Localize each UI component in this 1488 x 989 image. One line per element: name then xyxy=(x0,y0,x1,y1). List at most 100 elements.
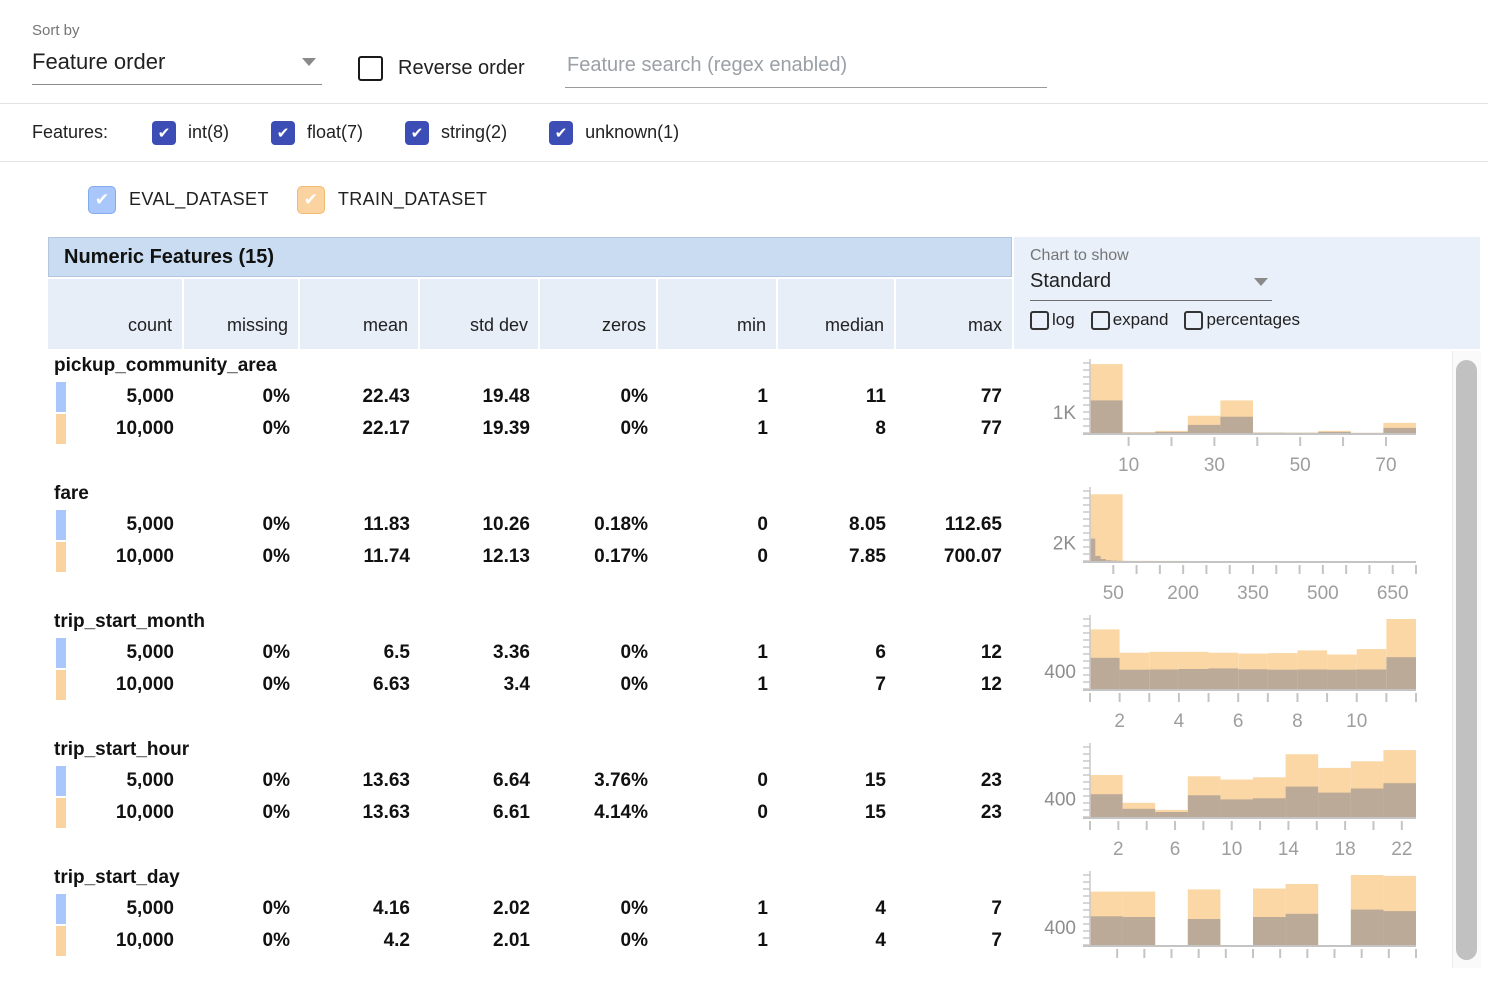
feature-chart-cell: 103050701K xyxy=(1012,349,1478,477)
stat-std-dev: 12.13 xyxy=(420,541,540,573)
chart-option-percentages[interactable]: percentages xyxy=(1184,310,1300,330)
stat-missing: 0% xyxy=(184,381,300,413)
svg-text:10: 10 xyxy=(1221,839,1242,859)
stat-zeros: 0% xyxy=(540,925,658,957)
dataset-toggle-eval_dataset[interactable]: ✔ EVAL_DATASET xyxy=(88,186,269,214)
search-input[interactable] xyxy=(565,48,1047,88)
filter-label: int(8) xyxy=(188,122,229,143)
stat-mean: 13.63 xyxy=(300,797,420,829)
stat-min: 1 xyxy=(658,381,778,413)
train-dataset-swatch xyxy=(56,414,66,444)
feature-stats: pickup_community_area5,0000%22.4319.480%… xyxy=(48,349,1012,477)
histogram-chart-trip_start_hour[interactable]: 2610141822400 xyxy=(1026,735,1432,859)
stat-mean: 6.63 xyxy=(300,669,420,701)
stat-count: 5,000 xyxy=(48,765,184,797)
histogram-chart-trip_start_day[interactable]: 400 xyxy=(1026,863,1432,987)
chart-option-log[interactable]: log xyxy=(1030,310,1075,330)
feature-block-trip_start_hour: trip_start_hour5,0000%13.636.643.76%0152… xyxy=(48,733,1480,861)
feature-block-trip_start_day: trip_start_day5,0000%4.162.020%14710,000… xyxy=(48,861,1480,989)
stat-std-dev: 3.36 xyxy=(420,637,540,669)
filter-items: ✔int(8)✔float(7)✔string(2)✔unknown(1) xyxy=(152,121,721,145)
stat-std-dev: 19.48 xyxy=(420,381,540,413)
train-dataset-swatch xyxy=(56,798,66,828)
feature-name: trip_start_hour xyxy=(48,733,1012,765)
checkbox-checked-icon[interactable]: ✔ xyxy=(405,121,429,145)
feature-type-filterbar: Features: ✔int(8)✔float(7)✔string(2)✔unk… xyxy=(0,104,1488,162)
dataset-toggle-train_dataset[interactable]: ✔TRAIN_DATASET xyxy=(297,186,488,214)
checkbox-unchecked-icon[interactable] xyxy=(1184,311,1203,330)
scrollbar-thumb[interactable] xyxy=(1456,360,1477,960)
feature-type-filter-string[interactable]: ✔ string(2) xyxy=(405,121,507,145)
checkbox-unchecked-icon[interactable] xyxy=(1091,311,1110,330)
column-header-row: countmissingmeanstd devzerosminmedianmax xyxy=(48,279,1012,349)
stat-mean: 22.43 xyxy=(300,381,420,413)
stat-zeros: 0.18% xyxy=(540,509,658,541)
stat-missing: 0% xyxy=(184,413,300,445)
chevron-down-icon xyxy=(1254,278,1268,286)
feature-chart-cell: 502003505006502K xyxy=(1012,477,1478,605)
stat-count: 5,000 xyxy=(48,509,184,541)
table-title: Numeric Features (15) xyxy=(48,237,1012,277)
svg-text:2: 2 xyxy=(1113,839,1124,859)
checkbox-checked-icon[interactable]: ✔ xyxy=(271,121,295,145)
feature-type-filter-float[interactable]: ✔float(7) xyxy=(271,121,363,145)
filter-label: unknown(1) xyxy=(585,122,679,143)
numeric-features-table: Numeric Features (15) countmissingmeanst… xyxy=(48,237,1480,989)
stat-median: 8 xyxy=(778,413,896,445)
stat-max: 77 xyxy=(896,413,1012,445)
feature-type-filter-int[interactable]: ✔ int(8) xyxy=(152,121,229,145)
stat-median: 7 xyxy=(778,669,896,701)
checkbox-checked-icon[interactable]: ✔ xyxy=(152,121,176,145)
histogram-chart-pickup_community_area[interactable]: 103050701K xyxy=(1026,351,1432,475)
stat-median: 6 xyxy=(778,637,896,669)
stat-median: 8.05 xyxy=(778,509,896,541)
dataset-label: EVAL_DATASET xyxy=(129,189,269,210)
stat-zeros: 4.14% xyxy=(540,797,658,829)
dataset-legend: ✔ EVAL_DATASET ✔TRAIN_DATASET xyxy=(0,162,1488,237)
svg-text:6: 6 xyxy=(1233,711,1244,731)
column-header-count: count xyxy=(48,279,184,349)
stat-mean: 6.5 xyxy=(300,637,420,669)
svg-text:8: 8 xyxy=(1292,711,1303,731)
stat-median: 7.85 xyxy=(778,541,896,573)
histogram-chart-trip_start_month[interactable]: 246810400 xyxy=(1026,607,1432,731)
chart-type-dropdown[interactable]: Standard xyxy=(1030,265,1272,301)
svg-text:2K: 2K xyxy=(1053,534,1077,555)
checkbox-checked-icon[interactable]: ✔ xyxy=(88,186,116,214)
feature-type-filter-unknown[interactable]: ✔ unknown(1) xyxy=(549,121,679,145)
reverse-order-toggle[interactable]: Reverse order xyxy=(358,56,525,81)
stat-std-dev: 2.01 xyxy=(420,925,540,957)
vertical-scrollbar[interactable] xyxy=(1452,351,1481,968)
stats-row-train_dataset: 10,0000%4.22.010%147 xyxy=(48,925,1012,957)
stat-max: 12 xyxy=(896,637,1012,669)
stat-zeros: 0% xyxy=(540,637,658,669)
stat-min: 1 xyxy=(658,925,778,957)
chart-option-expand[interactable]: expand xyxy=(1091,310,1169,330)
svg-text:50: 50 xyxy=(1290,455,1311,475)
stat-median: 15 xyxy=(778,765,896,797)
train-dataset-swatch xyxy=(56,670,66,700)
feature-stats: trip_start_hour5,0000%13.636.643.76%0152… xyxy=(48,733,1012,861)
svg-text:400: 400 xyxy=(1044,790,1076,811)
eval-dataset-swatch xyxy=(56,510,66,540)
svg-text:18: 18 xyxy=(1335,839,1356,859)
checkbox-unchecked-icon[interactable] xyxy=(358,56,383,81)
stat-count: 10,000 xyxy=(48,925,184,957)
eval-dataset-swatch xyxy=(56,638,66,668)
chart-option-label: expand xyxy=(1113,310,1169,330)
checkbox-checked-icon[interactable]: ✔ xyxy=(549,121,573,145)
checkbox-unchecked-icon[interactable] xyxy=(1030,311,1049,330)
stat-missing: 0% xyxy=(184,925,300,957)
feature-name: trip_start_month xyxy=(48,605,1012,637)
sort-by-dropdown[interactable]: Sort by Feature order xyxy=(32,22,322,85)
column-header-min: min xyxy=(658,279,778,349)
stat-std-dev: 19.39 xyxy=(420,413,540,445)
reverse-order-label: Reverse order xyxy=(398,57,525,80)
feature-chart-cell: 400 xyxy=(1012,861,1478,989)
checkbox-checked-icon[interactable]: ✔ xyxy=(297,186,325,214)
chart-options: log expand percentages xyxy=(1030,310,1480,330)
histogram-chart-fare[interactable]: 502003505006502K xyxy=(1026,479,1432,603)
filter-label: string(2) xyxy=(441,122,507,143)
stat-mean: 11.74 xyxy=(300,541,420,573)
svg-text:70: 70 xyxy=(1375,455,1396,475)
